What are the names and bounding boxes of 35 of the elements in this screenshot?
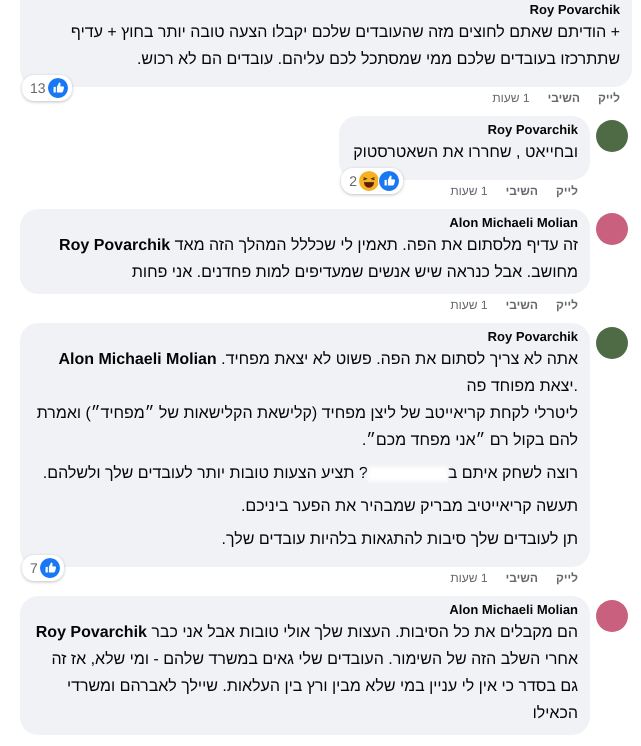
reaction-count[interactable]: 7 <box>22 555 64 581</box>
thumbs-up-icon <box>38 557 61 579</box>
laughing-face-icon <box>358 170 380 192</box>
author-name[interactable]: Roy Povarchik <box>488 122 578 137</box>
avatar-circle[interactable] <box>596 213 628 245</box>
reply-link[interactable]: השיבי <box>506 570 538 586</box>
reaction-count[interactable]: 13 <box>22 75 72 101</box>
comment-text: תעשה קריאייטיב מבריק שמבהיר את הפער ביניכם. <box>240 497 578 517</box>
thumbs-up-icon <box>46 77 69 99</box>
comment-text: ובחייאט , שחררו את השאטרסטוק <box>353 143 578 163</box>
author-name[interactable]: Roy Povarchik <box>530 2 620 17</box>
reaction-count[interactable]: 2 <box>341 168 404 194</box>
thumbs-up-icon <box>378 170 400 192</box>
avatar-circle[interactable] <box>596 120 628 152</box>
author-name[interactable]: Alon Michaeli Molian <box>449 215 578 230</box>
like-link[interactable]: לייק <box>556 570 578 586</box>
comment-text: + הודיתם שאתם לחוצים מזה שהעובדים שלכם יקבלו הצעה טובה יותר בחוץ + עדיף שתתרכזו בעובדים שלכם ממי שמסתכל לכם עליהם. עובדים הם לא רכוש. <box>70 23 620 70</box>
comment-text: ליטרלי לקחת קריאייטב של ליצן מפחיד (קלישאת הקלישאות של ״מפחיד״) ואמרת להם בקול רם ״אני מפחד מכם״. <box>36 404 578 451</box>
like-link[interactable]: לייק <box>556 183 578 199</box>
avatar-circle[interactable] <box>596 600 628 632</box>
reply-link[interactable]: השיבי <box>548 90 580 106</box>
timestamp[interactable]: 1 שעות <box>450 297 488 313</box>
author-name[interactable]: Alon Michaeli Molian <box>449 602 578 617</box>
reply-link[interactable]: השיבי <box>506 183 538 199</box>
timestamp[interactable]: 1 שעות <box>450 183 488 199</box>
comment-text: תן לעובדים שלך סיבות להתגאות בלהיות עובדים שלך. <box>220 530 578 550</box>
timestamp[interactable]: 1 שעות <box>450 570 488 586</box>
like-link[interactable]: לייק <box>598 90 620 106</box>
author-name[interactable]: Roy Povarchik <box>488 329 578 344</box>
timestamp[interactable]: 1 שעות <box>492 90 530 106</box>
reply-link[interactable]: השיבי <box>506 297 538 313</box>
comment-text: רוצה לשחק איתם ב <box>448 465 578 482</box>
avatar-circle[interactable] <box>596 327 628 359</box>
comment-text: ? תציע הצעות טובות יותר לעובדים שלך ולשלהם. <box>42 465 368 482</box>
like-link[interactable]: לייק <box>556 297 578 313</box>
